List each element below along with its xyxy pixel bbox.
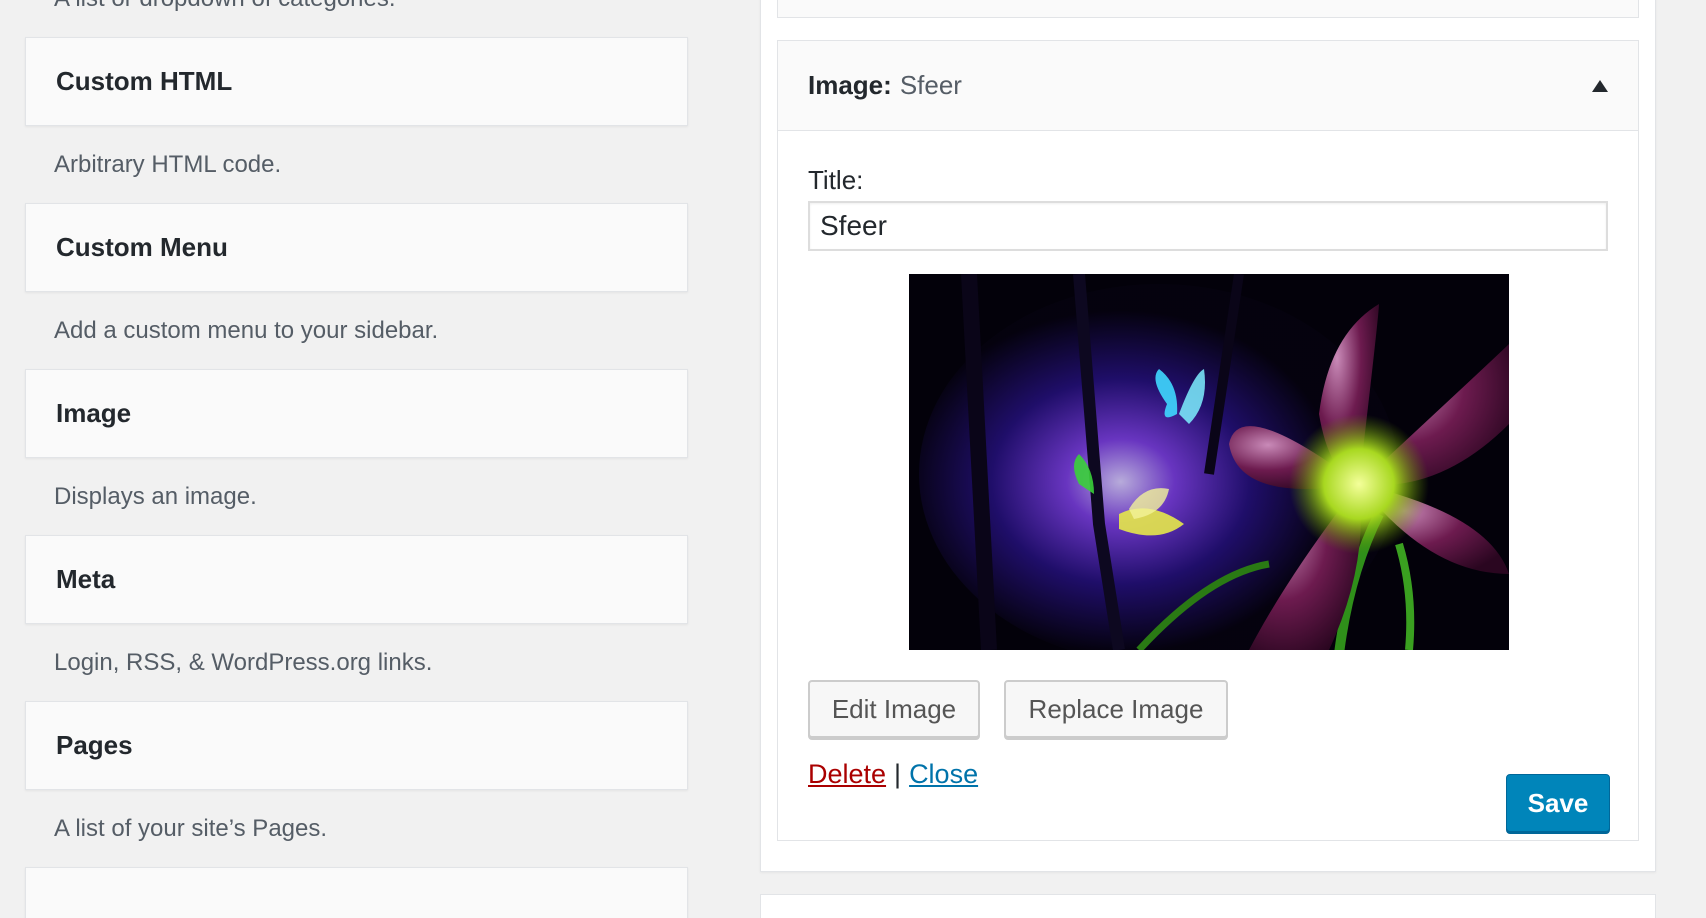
in-widget-title: Sfeer (899, 70, 962, 100)
widget-pages[interactable]: Pages (25, 701, 688, 790)
widget-name: Image: (808, 70, 892, 100)
widget-description-custom-html: Arbitrary HTML code. (54, 151, 282, 178)
save-button[interactable]: Save (1506, 774, 1610, 832)
widget-next-partial[interactable] (25, 867, 688, 918)
image-widget-header[interactable]: Image: Sfeer (778, 41, 1638, 131)
widget-custom-html[interactable]: Custom HTML (25, 37, 688, 126)
widget-description-categories: A list or dropdown of categories. (25, 0, 688, 37)
widget-description-meta: Login, RSS, & WordPress.org links. (54, 649, 433, 676)
widget-control-links: Delete | Close (808, 759, 978, 790)
next-sidebar-area (760, 894, 1656, 918)
close-link[interactable]: Close (909, 759, 978, 789)
title-label: Title: (808, 165, 864, 195)
image-widget-title: Image: Sfeer (808, 70, 962, 101)
widget-meta[interactable]: Meta (25, 535, 688, 624)
flower-illustration-icon (909, 274, 1509, 650)
widgets-screen: A list or dropdown of categories. Custom… (0, 0, 1706, 918)
edit-image-button[interactable]: Edit Image (808, 680, 980, 738)
widget-custom-menu[interactable]: Custom Menu (25, 203, 688, 292)
widget-image[interactable]: Image (25, 369, 688, 458)
image-preview (909, 274, 1509, 650)
widget-description-pages: A list of your site’s Pages. (54, 815, 328, 842)
available-widgets-list: A list or dropdown of categories. Custom… (25, 0, 688, 918)
link-separator: | (894, 759, 902, 789)
replace-image-button[interactable]: Replace Image (1004, 680, 1228, 738)
delete-link[interactable]: Delete (808, 759, 886, 789)
previous-widget[interactable] (777, 0, 1639, 18)
image-widget-expanded: Image: Sfeer Title: Sfeer Edit Image Rep… (777, 40, 1639, 841)
arrow-up-icon[interactable] (1592, 79, 1608, 92)
sidebar-widget-area: Image: Sfeer Title: Sfeer Edit Image Rep… (760, 0, 1656, 872)
widget-description-custom-menu: Add a custom menu to your sidebar. (54, 317, 439, 344)
widget-description-image: Displays an image. (54, 483, 257, 510)
title-input[interactable] (808, 201, 1608, 251)
